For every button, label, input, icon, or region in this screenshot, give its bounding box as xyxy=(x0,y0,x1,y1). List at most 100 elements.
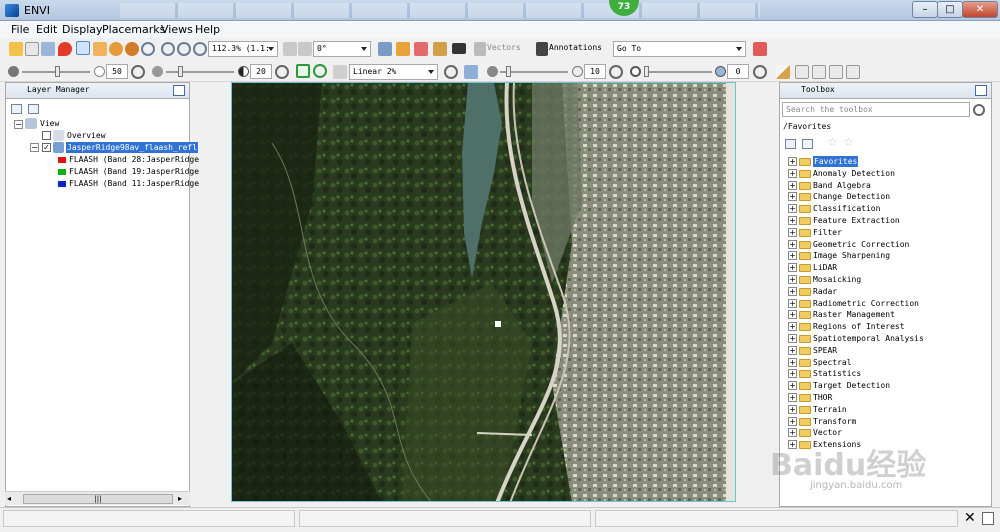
rotate-left-icon[interactable] xyxy=(283,42,297,56)
spectral-profile-icon[interactable] xyxy=(396,42,410,56)
menu-placemarks[interactable]: Placemarks xyxy=(102,23,165,36)
reset-contrast-icon[interactable] xyxy=(275,65,289,79)
tree-overview-label[interactable]: Overview xyxy=(67,130,106,141)
toolbox-expander[interactable]: + xyxy=(788,298,797,308)
brightness-value[interactable]: 50 xyxy=(106,64,128,79)
toolbox-expander[interactable]: + xyxy=(788,275,797,284)
scroll-right-icon[interactable]: ▸ xyxy=(178,494,187,503)
toolbox-expander[interactable]: + xyxy=(788,393,797,402)
zoom-dropdown[interactable]: 112.3% (1.1: xyxy=(208,41,278,57)
toolbox-item[interactable]: Mosaicking xyxy=(813,274,861,285)
toolbox-item[interactable]: Radiometric Correction xyxy=(813,298,919,309)
data-manager-icon[interactable] xyxy=(25,42,39,56)
rotate-right-icon[interactable] xyxy=(298,42,312,56)
toolbox-item[interactable]: Radar xyxy=(813,286,837,297)
toolbox-item[interactable]: Image Sharpening xyxy=(813,250,890,261)
ruler-icon[interactable] xyxy=(776,65,790,79)
toolbox-expander[interactable]: + xyxy=(788,168,797,178)
image-view[interactable] xyxy=(231,82,736,502)
menu-file[interactable]: File xyxy=(11,23,29,36)
toolbox-item[interactable]: Favorites xyxy=(813,156,859,167)
toolbox-item[interactable]: Geometric Correction xyxy=(813,239,909,250)
toolbox-expander[interactable]: + xyxy=(788,310,797,320)
toolbox-collapse-icon[interactable] xyxy=(785,139,796,149)
toolbox-expand-icon[interactable] xyxy=(802,139,813,149)
reset-sharpen-icon[interactable] xyxy=(609,65,623,79)
rotate-icon[interactable] xyxy=(125,42,139,56)
transparency-value[interactable]: 0 xyxy=(727,64,749,79)
crosshair-icon[interactable] xyxy=(378,42,392,56)
tree-band-blue[interactable]: FLAASH (Band 11:JasperRidge xyxy=(69,178,199,189)
contrast-track[interactable] xyxy=(166,71,234,73)
toolbox-item[interactable]: Statistics xyxy=(813,368,861,379)
stretch-full-icon[interactable] xyxy=(296,64,310,78)
view-single-icon[interactable] xyxy=(795,65,809,79)
layer-checkbox[interactable]: ✓ xyxy=(42,143,51,152)
transparency-track[interactable] xyxy=(644,71,712,73)
toolbox-expander[interactable]: + xyxy=(788,428,797,438)
histogram-icon[interactable] xyxy=(464,65,478,79)
toolbox-expander[interactable]: + xyxy=(788,357,797,367)
menu-edit[interactable]: Edit xyxy=(36,23,57,36)
annotations-label[interactable]: Annotations xyxy=(549,41,602,55)
status-log-icon[interactable] xyxy=(982,512,994,525)
pin-icon[interactable] xyxy=(173,85,185,96)
goto-dropdown[interactable]: Go To xyxy=(613,41,746,57)
vectors-icon[interactable] xyxy=(474,42,486,56)
toolbox-item[interactable]: Transform xyxy=(813,416,856,427)
reset-brightness-icon[interactable] xyxy=(131,65,145,79)
toolbox-expander[interactable]: + xyxy=(788,204,797,214)
select-icon[interactable] xyxy=(76,41,90,55)
toolbox-expander[interactable]: + xyxy=(788,322,797,332)
toolbox-item[interactable]: Vector xyxy=(813,427,842,438)
toolbox-item[interactable]: Terrain xyxy=(813,404,847,415)
placemark-icon[interactable] xyxy=(58,42,72,56)
menu-display[interactable]: Display xyxy=(62,23,103,36)
overview-checkbox[interactable] xyxy=(42,131,51,140)
favorite-remove-icon[interactable]: ☆ xyxy=(843,135,854,149)
toolbox-expander[interactable]: + xyxy=(788,180,797,190)
menu-views[interactable]: Views xyxy=(161,23,193,36)
zoom-in-icon[interactable] xyxy=(161,42,175,56)
view-split-icon[interactable] xyxy=(812,65,826,79)
layer-icon[interactable] xyxy=(41,42,55,56)
toolbox-expander[interactable]: + xyxy=(788,227,797,237)
tree-view-label[interactable]: View xyxy=(40,118,59,129)
toolbox-expander[interactable]: + xyxy=(788,216,797,225)
scroll-thumb[interactable]: ||| xyxy=(23,494,173,504)
zoom-icon[interactable] xyxy=(141,42,155,56)
toolbox-item[interactable]: Change Detection xyxy=(813,191,890,202)
maximize-button[interactable]: □ xyxy=(937,1,963,18)
reset-transparency-icon[interactable] xyxy=(753,65,767,79)
toolbox-item[interactable]: Spectral xyxy=(813,357,852,368)
vectors-label[interactable]: Vectors xyxy=(487,41,521,55)
toolbox-expander[interactable]: + xyxy=(788,192,797,202)
measure-icon[interactable] xyxy=(433,42,447,56)
tree-expander-layer[interactable]: − xyxy=(30,143,39,152)
favorite-add-icon[interactable]: ☆ xyxy=(827,135,838,149)
view-link-icon[interactable] xyxy=(829,65,843,79)
refresh-icon[interactable] xyxy=(973,104,985,116)
toolbox-item[interactable]: Classification xyxy=(813,203,880,214)
toolbox-expander[interactable]: + xyxy=(788,251,797,261)
close-button[interactable]: ✕ xyxy=(962,1,998,18)
status-cancel-icon[interactable]: ✕ xyxy=(964,510,976,526)
toolbox-item[interactable]: Spatiotemporal Analysis xyxy=(813,333,924,344)
toolbox-item[interactable]: THOR xyxy=(813,392,832,403)
zoom-out-icon[interactable] xyxy=(177,42,191,56)
toolbox-expander[interactable]: + xyxy=(788,381,797,391)
sharpen-value[interactable]: 10 xyxy=(584,64,606,79)
toolbox-item[interactable]: Filter xyxy=(813,227,842,238)
toolbox-expander[interactable]: + xyxy=(788,404,797,414)
toolbox-item[interactable]: Feature Extraction xyxy=(813,215,900,226)
tree-band-red[interactable]: FLAASH (Band 28:JasperRidge xyxy=(69,154,199,165)
toolbox-search-input[interactable]: Search the toolbox xyxy=(782,102,970,117)
contrast-thumb[interactable] xyxy=(178,66,183,77)
toolbox-expander[interactable]: + xyxy=(788,157,797,166)
toolbox-item[interactable]: Band Algebra xyxy=(813,180,871,191)
stretch-type-icon[interactable] xyxy=(333,65,347,79)
minimize-button[interactable]: – xyxy=(912,1,938,18)
toolbox-expander[interactable]: + xyxy=(788,416,797,426)
tree-band-green[interactable]: FLAASH (Band 19:JasperRidge xyxy=(69,166,199,177)
annotations-icon[interactable] xyxy=(536,42,548,56)
